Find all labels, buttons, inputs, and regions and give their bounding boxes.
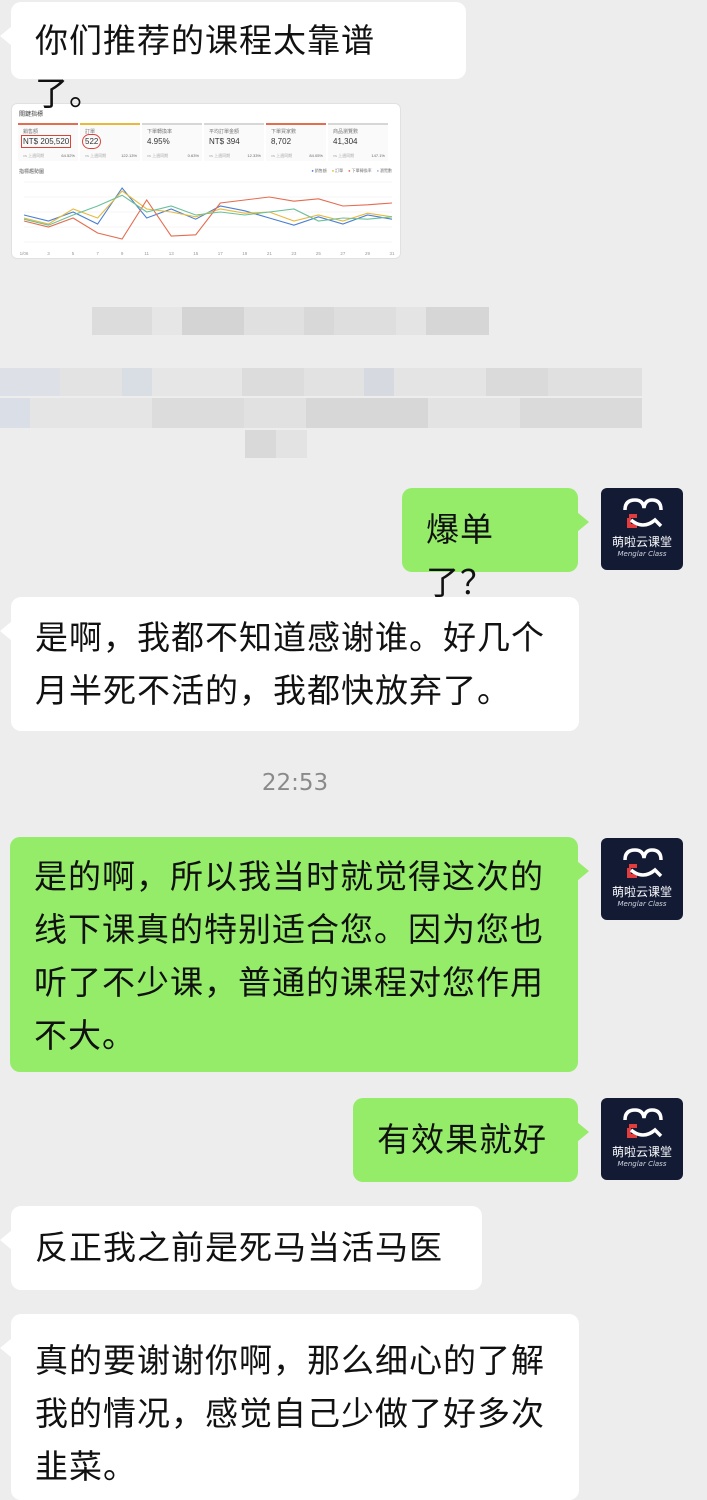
- redacted-line: [92, 307, 489, 335]
- menglar-logo-icon: [623, 1108, 663, 1138]
- x-tick-label: 1/06: [20, 251, 29, 256]
- avatar-subtitle: Menglar Class: [617, 550, 667, 558]
- menglar-logo-icon: [623, 498, 663, 528]
- message-bubble-outgoing: 有效果就好: [353, 1098, 589, 1182]
- x-tick-label: 3: [47, 251, 50, 256]
- x-tick-label: 27: [340, 251, 346, 256]
- message-bubble-incoming: 是啊，我都不知道感谢谁。好几个 月半死不活的，我都快放弃了。: [0, 597, 579, 731]
- x-tick-label: 5: [72, 251, 75, 256]
- redacted-line: [0, 368, 642, 396]
- x-tick-label: 25: [316, 251, 322, 256]
- message-bubble-incoming: 你们推荐的课程太靠谱了。: [0, 2, 466, 113]
- trend-chart: 1/06 3 5 7 9 11 13 15 17 19 21 23 25 27 29 31: [20, 181, 395, 256]
- redacted-line: [0, 398, 642, 428]
- message-bubble-incoming: 真的要谢谢你啊，那么细心的了解 我的情况，感觉自己少做了好多次 韭菜。: [0, 1314, 579, 1500]
- message-bubble-outgoing: 是的啊，所以我当时就觉得这次的 线下课真的特别适合您。因为您也 听了不少课，普通…: [10, 837, 589, 1072]
- x-tick-label: 19: [242, 251, 248, 256]
- x-tick-label: 29: [365, 251, 371, 256]
- avatar-subtitle: Menglar Class: [617, 1160, 667, 1168]
- series-line: [23, 194, 393, 226]
- x-tick-label: 23: [291, 251, 297, 256]
- x-tick-label: 31: [389, 251, 395, 256]
- x-tick-label: 21: [267, 251, 273, 256]
- avatar[interactable]: 萌啦云课堂 Menglar Class: [601, 488, 683, 570]
- dashboard-image[interactable]: 關鍵指標 銷售額 NT$ 205,520 vs 上週同期 64.52% 訂單 5…: [11, 103, 401, 259]
- x-tick-label: 7: [96, 251, 99, 256]
- x-tick-label: 11: [144, 251, 149, 256]
- x-tick-label: 9: [121, 251, 124, 256]
- x-tick-label: 13: [169, 251, 175, 256]
- series-line: [23, 196, 393, 240]
- avatar-subtitle: Menglar Class: [617, 900, 667, 908]
- avatar-name: 萌啦云课堂: [611, 1145, 672, 1159]
- x-tick-label: 15: [193, 251, 199, 256]
- avatar[interactable]: 萌啦云课堂 Menglar Class: [601, 1098, 683, 1180]
- message-bubble-outgoing: 爆单了？: [402, 488, 589, 602]
- avatar[interactable]: 萌啦云课堂 Menglar Class: [601, 838, 683, 920]
- x-tick-label: 17: [218, 251, 224, 256]
- avatar-name: 萌啦云课堂: [611, 885, 672, 899]
- menglar-logo-icon: [623, 848, 663, 878]
- message-bubble-incoming: 反正我之前是死马当活马医: [0, 1206, 482, 1290]
- avatar-name: 萌啦云课堂: [611, 535, 672, 549]
- redacted-line: [245, 430, 307, 458]
- timestamp: 22:53: [261, 770, 329, 796]
